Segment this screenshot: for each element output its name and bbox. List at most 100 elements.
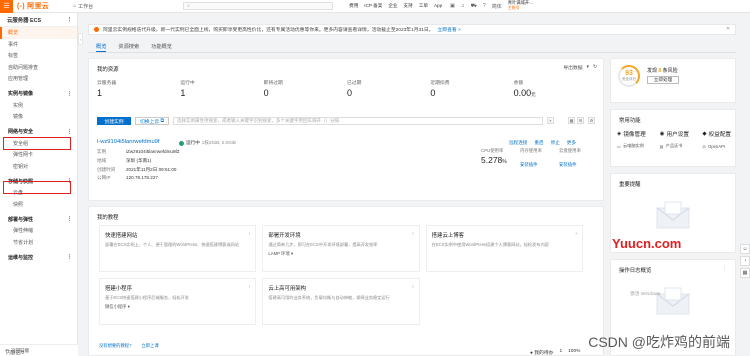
- menu-icon[interactable]: ☰: [0, 0, 13, 13]
- sidebar-item-images[interactable]: 镜像: [0, 111, 77, 123]
- search-input[interactable]: ⌕: [183, 2, 334, 10]
- restart-button[interactable]: 重启: [534, 140, 543, 146]
- install-plugin-link[interactable]: 安装插件: [520, 162, 542, 168]
- stat-recent-fee[interactable]: 近期扣费 0: [430, 79, 513, 98]
- tutorial-footer: 没有想要的教程? 立即上课: [99, 343, 159, 349]
- grid-view-icon[interactable]: ▦: [568, 117, 575, 124]
- sidebar-item-eni[interactable]: 弹性网卡: [0, 149, 77, 161]
- more-button[interactable]: 更多: [567, 140, 576, 146]
- chat-icon[interactable]: ☺: [740, 244, 750, 254]
- metric-cpu: CPU使用率 5.278%: [481, 148, 507, 165]
- external-link-icon: ⧉: [160, 119, 164, 124]
- request-tutorial-link[interactable]: 没有想要的教程?: [99, 343, 131, 349]
- grid-icon[interactable]: ▦: [740, 268, 750, 278]
- sidebar-collapse-button[interactable]: ‹: [78, 33, 83, 45]
- avatar[interactable]: ◔: [740, 256, 750, 266]
- notification-count: 1: [559, 349, 563, 354]
- export-button[interactable]: 导出数据: [563, 64, 582, 71]
- sidebar-group-network[interactable]: 网络与安全 ⋮: [0, 126, 77, 138]
- notice-link[interactable]: 立即查看 >: [437, 26, 460, 33]
- sidebar-group-instances[interactable]: 实例与镜像 ⋮: [0, 88, 77, 100]
- sidebar-item-troubleshoot[interactable]: 自助问题排查: [0, 62, 77, 74]
- help-icon[interactable]: ?: [483, 3, 486, 10]
- handle-now-button[interactable]: 立即处理: [647, 76, 679, 84]
- workspace-link[interactable]: ⌂ 工作台: [73, 3, 93, 10]
- nav-support[interactable]: 支持: [404, 3, 413, 9]
- install-plugin-link[interactable]: 安装插件: [559, 162, 581, 168]
- stat-servers[interactable]: 云服务器 1: [97, 79, 180, 98]
- tutorial-card[interactable]: 部署开发环境 通过简单几步，即可在ECS中开发环境部署，提高开发效率 LAMP 环境…: [262, 225, 420, 272]
- user-settings-link[interactable]: ◉ 用户设置: [660, 130, 703, 138]
- nav-app[interactable]: App: [434, 3, 442, 9]
- more-icon[interactable]: ⋮: [67, 129, 72, 135]
- stop-button[interactable]: 停止: [551, 140, 560, 146]
- sidebar-item-autoscaling[interactable]: 弹性伸缩: [0, 225, 77, 237]
- list-view-icon[interactable]: ☰: [577, 117, 584, 124]
- more-icon[interactable]: ⋮: [67, 17, 72, 23]
- nav-ticket[interactable]: 工单: [419, 3, 428, 9]
- miniapp-select[interactable]: 微信小程序 ▾: [105, 304, 250, 310]
- chevron-right-icon: ›: [411, 284, 414, 290]
- cloud-pc-link[interactable]: ▭ 云电脑实例: [617, 143, 660, 149]
- close-icon[interactable]: ✕: [726, 27, 730, 32]
- more-icon[interactable]: ⋮: [67, 254, 72, 260]
- stat-expired[interactable]: 已过期 0: [347, 79, 430, 98]
- sidebar-item-apps[interactable]: 应用管理: [0, 73, 77, 85]
- stat-running[interactable]: 运行中 1: [180, 79, 263, 98]
- env-select[interactable]: LAMP 环境 ▾: [268, 251, 413, 257]
- sidebar-item-keypair[interactable]: 密钥对: [0, 161, 77, 173]
- openapi-link[interactable]: ◎ OpenAPI: [702, 143, 745, 149]
- bell-icon[interactable]: ♫: [461, 3, 465, 10]
- nav-icp[interactable]: ICP 备案: [364, 3, 382, 9]
- refresh-icon[interactable]: ↻: [593, 65, 597, 70]
- user-menu[interactable]: 青叶满城开... 主账号: [508, 0, 533, 11]
- tutorial-card[interactable]: 搭建云上博客 在ECS实例中使用WordPress搭建个人博客网站，轻松发布内容 ›: [425, 225, 583, 272]
- cert-link[interactable]: ▤ 产品证书: [660, 143, 703, 149]
- tab-overview[interactable]: 概览: [96, 42, 107, 52]
- stat-expiring[interactable]: 即将过期 0: [264, 79, 347, 98]
- ops-log-title: 操作日志概览: [619, 268, 652, 274]
- cart-icon[interactable]: ⛟: [471, 3, 477, 10]
- more-icon[interactable]: ⋮: [67, 91, 72, 97]
- top-nav: 费用 ICP 备案 企业 支持 工单 App: [349, 3, 442, 9]
- sidebar: 云服务器 ECS ⋮ 概览 事件 标签 自助问题排查 应用管理 实例与镜像 ⋮ 实…: [0, 13, 78, 356]
- tutorial-card[interactable]: 快速搭建网站 部署在ECS实例上，个人、便于管理的WordPress、快速搭建博客…: [99, 225, 257, 272]
- switch-region-button[interactable]: 切换上云 ⧉: [135, 117, 169, 125]
- value-created: 2021年11月2日 09:51:00: [126, 166, 177, 172]
- create-instance-button[interactable]: 创建实例: [97, 117, 131, 125]
- more-icon[interactable]: ⋮: [67, 216, 72, 222]
- sidebar-item-savings[interactable]: 节省计划: [0, 237, 77, 249]
- settings-icon[interactable]: ⚙: [588, 117, 595, 124]
- sidebar-item-tags[interactable]: 标签: [0, 50, 77, 62]
- tab-resource-search[interactable]: 资源搜索: [118, 42, 139, 52]
- todo-link[interactable]: ● 我的待办: [530, 349, 553, 356]
- stat-balance[interactable]: 余额 0.00元: [514, 79, 597, 98]
- instance-id-link[interactable]: i-wz9104i5lanrwefdmu9f: [97, 139, 160, 145]
- rights-config-link[interactable]: ◆ 权益配置: [702, 130, 745, 138]
- logo[interactable]: (-) 阿里云: [17, 1, 49, 11]
- subscribe-link[interactable]: 立即上课: [141, 343, 158, 349]
- nav-enterprise[interactable]: 企业: [388, 3, 397, 9]
- remote-connect-button[interactable]: 远程连接: [509, 140, 527, 146]
- highlight-box: [3, 137, 71, 150]
- tutorial-card[interactable]: 搭建小程序 基于ECS快速搭建小程序后端服务，轻松开发 微信小程序 ▾ ›: [99, 278, 257, 325]
- sidebar-item-snapshots[interactable]: 快照: [0, 199, 77, 211]
- csdn-watermark: CSDN @吃炸鸡的前端: [588, 334, 730, 350]
- sidebar-group-ops[interactable]: 运维与监控 ⋮: [0, 251, 77, 263]
- image-mgmt-link[interactable]: ◈ 镜像管理: [617, 130, 660, 138]
- nav-fee[interactable]: 费用: [349, 3, 358, 9]
- sidebar-group-deploy[interactable]: 部署与弹性 ⋮: [0, 213, 77, 225]
- sidebar-item-events[interactable]: 事件: [0, 39, 77, 51]
- lang-switch[interactable]: 简体: [492, 3, 502, 10]
- search-icon[interactable]: ⌕: [547, 117, 554, 124]
- functions-grid: ◈ 镜像管理 ◉ 用户设置 ◆ 权益配置 ▭ 云电脑实例 ▤ 产品证书 ◎ OpenAPI: [617, 130, 745, 149]
- reminders-title: 重要提醒: [619, 182, 641, 188]
- tutorial-card[interactable]: 云上高可用架构 搭建高可用的业务系统，负载均衡与自动伸缩，保障业务稳定运行 ›: [262, 278, 420, 325]
- instance-filter-input[interactable]: 选择实例属性项搜索，或者输入关键字识别搜索，多个关键字用回车隔开（）分隔: [173, 117, 543, 125]
- more-icon[interactable]: ⋮: [722, 265, 727, 271]
- value-public-ip[interactable]: 120.78.178.227: [126, 174, 326, 183]
- terminal-icon[interactable]: ▣: [450, 3, 455, 10]
- tab-features[interactable]: 功能概览: [151, 42, 172, 52]
- sidebar-item-instances[interactable]: 实例: [0, 100, 77, 112]
- sidebar-item-overview[interactable]: 概览: [0, 27, 77, 39]
